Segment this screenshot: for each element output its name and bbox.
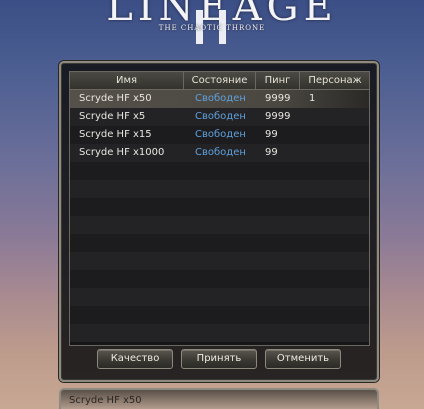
game-logo: LINEAGE THE CHAOTIC THRONE bbox=[0, 0, 424, 44]
column-header-name[interactable]: Имя bbox=[70, 72, 184, 89]
column-header-characters[interactable]: Персонаж bbox=[300, 72, 369, 89]
server-ping: 99 bbox=[265, 129, 278, 140]
table-row[interactable]: Scryde HF x1000 Свободен 99 bbox=[70, 144, 369, 162]
table-row-empty bbox=[70, 270, 369, 288]
selected-server-bar: Scryde HF x50 bbox=[59, 388, 379, 409]
server-state: Свободен bbox=[195, 111, 246, 122]
table-row-empty bbox=[70, 216, 369, 234]
table-row[interactable]: Scryde HF x15 Свободен 99 bbox=[70, 126, 369, 144]
table-row-empty bbox=[70, 180, 369, 198]
logo-subtitle: THE CHAOTIC THRONE bbox=[158, 24, 266, 32]
server-list: Scryde HF x50 Свободен 9999 1 Scryde HF … bbox=[70, 90, 369, 342]
accept-button[interactable]: Принять bbox=[181, 349, 257, 369]
selected-server-label: Scryde HF x50 bbox=[69, 395, 142, 406]
table-row-empty bbox=[70, 288, 369, 306]
quality-button[interactable]: Качество bbox=[97, 349, 173, 369]
table-row-empty bbox=[70, 306, 369, 324]
server-characters: 1 bbox=[309, 93, 316, 104]
column-header-state[interactable]: Состояние bbox=[184, 72, 256, 89]
server-ping: 9999 bbox=[265, 111, 291, 122]
server-name: Scryde HF x50 bbox=[79, 93, 152, 104]
server-ping: 9999 bbox=[265, 93, 291, 104]
table-row-selected[interactable]: Scryde HF x50 Свободен 9999 1 bbox=[70, 90, 369, 108]
server-name: Scryde HF x1000 bbox=[79, 147, 165, 158]
server-table: Имя Состояние Пинг Персонаж Scryde HF x5… bbox=[69, 71, 370, 346]
table-row-empty bbox=[70, 252, 369, 270]
server-name: Scryde HF x5 bbox=[79, 111, 146, 122]
server-ping: 99 bbox=[265, 147, 278, 158]
server-name: Scryde HF x15 bbox=[79, 129, 152, 140]
table-row-empty bbox=[70, 324, 369, 342]
table-header: Имя Состояние Пинг Персонаж bbox=[70, 72, 369, 90]
table-row-empty bbox=[70, 198, 369, 216]
table-row-empty bbox=[70, 162, 369, 180]
server-state: Свободен bbox=[195, 129, 246, 140]
column-header-ping[interactable]: Пинг bbox=[256, 72, 300, 89]
cancel-button[interactable]: Отменить bbox=[265, 349, 341, 369]
server-select-dialog: Имя Состояние Пинг Персонаж Scryde HF x5… bbox=[59, 61, 379, 382]
server-state: Свободен bbox=[195, 147, 246, 158]
table-row-empty bbox=[70, 234, 369, 252]
table-row[interactable]: Scryde HF x5 Свободен 9999 bbox=[70, 108, 369, 126]
server-state: Свободен bbox=[195, 93, 246, 104]
